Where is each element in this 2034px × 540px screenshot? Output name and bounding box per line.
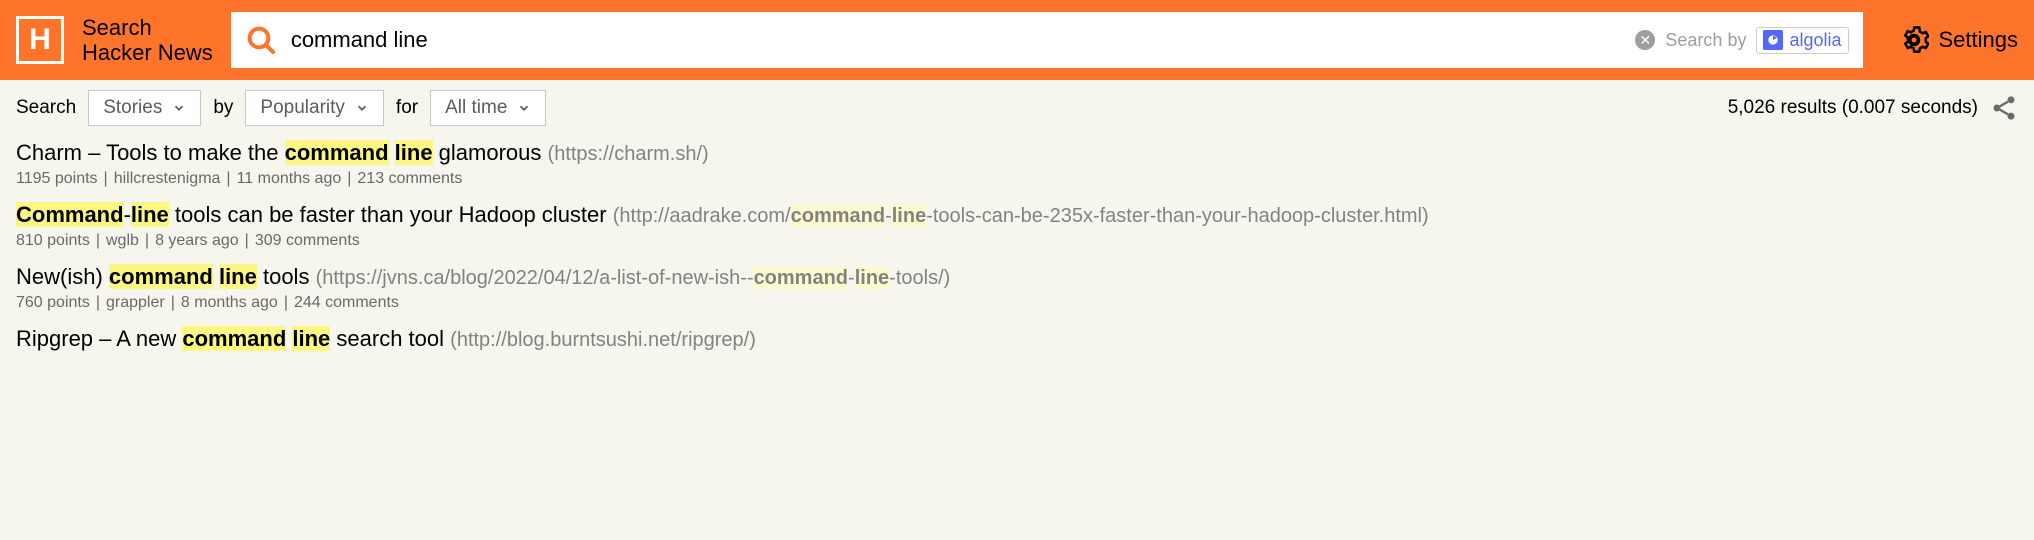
chevron-down-icon	[517, 101, 531, 115]
story-title[interactable]: Command-line tools can be faster than yo…	[16, 202, 2018, 228]
story-url[interactable]: (https://jvns.ca/blog/2022/04/12/a-list-…	[316, 267, 951, 289]
story-item: New(ish) command line tools (https://jvn…	[16, 264, 2018, 312]
age[interactable]: 11 months ago	[237, 170, 342, 187]
story-meta: 810 points|wglb|8 years ago|309 comments	[16, 232, 2018, 250]
points[interactable]: 1195 points	[16, 170, 98, 187]
search-icon	[245, 24, 277, 56]
story-meta: 1195 points|hillcrestenigma|11 months ag…	[16, 170, 2018, 188]
settings-label: Settings	[1939, 27, 2019, 53]
algolia-text: algolia	[1789, 30, 1841, 51]
story-title[interactable]: Charm – Tools to make the command line g…	[16, 140, 2018, 166]
story-url[interactable]: (http://blog.burntsushi.net/ripgrep/)	[450, 329, 756, 351]
chevron-down-icon	[172, 101, 186, 115]
story-title[interactable]: Ripgrep – A new command line search tool…	[16, 326, 2018, 352]
author[interactable]: grappler	[106, 294, 165, 311]
header: H Search Hacker News ✕ Search by algolia…	[0, 0, 2034, 80]
story-title[interactable]: New(ish) command line tools (https://jvn…	[16, 264, 2018, 290]
results-list: Charm – Tools to make the command line g…	[0, 136, 2034, 352]
search-by-label: Search by	[1665, 30, 1746, 51]
for-label: for	[396, 97, 418, 119]
logo-letter: H	[29, 23, 51, 57]
type-dropdown[interactable]: Stories	[88, 90, 201, 126]
story-url[interactable]: (https://charm.sh/)	[548, 143, 709, 165]
age[interactable]: 8 months ago	[181, 294, 278, 311]
story-item: Ripgrep – A new command line search tool…	[16, 326, 2018, 352]
algolia-badge[interactable]: algolia	[1756, 27, 1848, 54]
search-bar: ✕ Search by algolia	[231, 12, 1863, 68]
search-input[interactable]	[277, 27, 1636, 53]
by-label: by	[213, 97, 233, 119]
comments[interactable]: 244 comments	[294, 294, 399, 311]
gear-icon	[1899, 25, 1929, 55]
author[interactable]: wglb	[106, 232, 139, 249]
points[interactable]: 760 points	[16, 294, 90, 311]
site-title[interactable]: Search Hacker News	[82, 15, 213, 66]
author[interactable]: hillcrestenigma	[114, 170, 221, 187]
search-label: Search	[16, 97, 76, 119]
results-info: 5,026 results (0.007 seconds)	[1728, 97, 1978, 119]
comments[interactable]: 309 comments	[255, 232, 360, 249]
fade-overlay	[0, 430, 2034, 540]
age[interactable]: 8 years ago	[155, 232, 239, 249]
share-icon[interactable]	[1990, 94, 2018, 122]
story-item: Command-line tools can be faster than yo…	[16, 202, 2018, 250]
daterange-dropdown[interactable]: All time	[430, 90, 546, 126]
story-url[interactable]: (http://aadrake.com/command-line-tools-c…	[613, 205, 1429, 227]
sort-dropdown[interactable]: Popularity	[245, 90, 384, 126]
clear-search-icon[interactable]: ✕	[1635, 30, 1655, 50]
story-item: Charm – Tools to make the command line g…	[16, 140, 2018, 188]
points[interactable]: 810 points	[16, 232, 90, 249]
filter-row: Search Stories by Popularity for All tim…	[0, 80, 2034, 136]
search-by-group: ✕ Search by algolia	[1635, 27, 1848, 54]
settings-button[interactable]: Settings	[1899, 25, 2019, 55]
logo[interactable]: H	[16, 16, 64, 64]
story-meta: 760 points|grappler|8 months ago|244 com…	[16, 294, 2018, 312]
chevron-down-icon	[355, 101, 369, 115]
comments[interactable]: 213 comments	[357, 170, 462, 187]
algolia-icon	[1763, 30, 1783, 50]
